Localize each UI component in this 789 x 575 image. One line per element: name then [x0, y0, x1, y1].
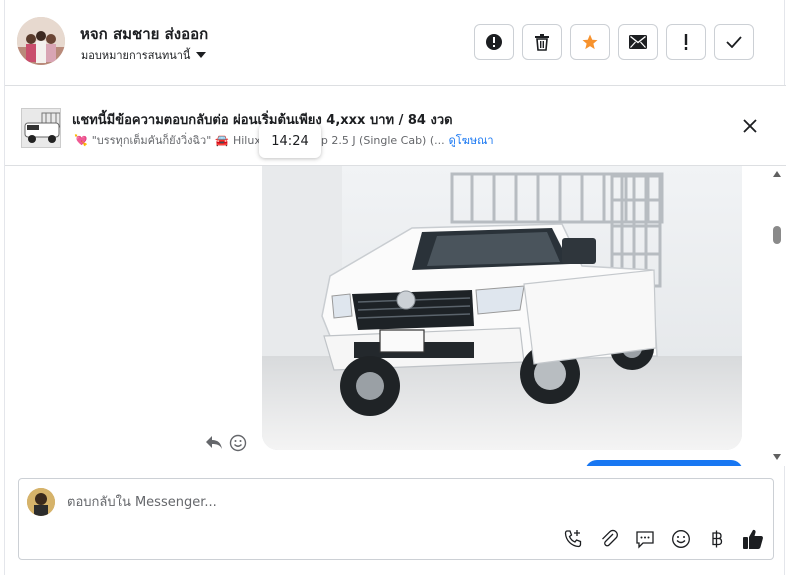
conversation-header: หจก สมชาย ส่งออก มอบหมายการสนทนานี้	[5, 0, 786, 86]
paperclip-icon	[602, 529, 618, 547]
follow-up-button[interactable]	[666, 24, 706, 60]
message-photo[interactable]	[262, 166, 742, 450]
baht-icon	[712, 530, 723, 548]
quick-reply-icon	[636, 531, 654, 549]
message-scrollbar[interactable]	[770, 166, 784, 466]
phone-plus-icon	[564, 530, 582, 548]
close-icon	[743, 119, 757, 133]
composer-toolbar	[561, 527, 765, 551]
delete-button[interactable]	[522, 24, 562, 60]
contact-avatar[interactable]	[17, 17, 65, 65]
assign-label: มอบหมายการสนทนานี้	[81, 49, 191, 62]
conversation-panel: หจก สมชาย ส่งออก มอบหมายการสนทนานี้ แชทน…	[4, 0, 786, 575]
ad-subtitle-text: "บรรทุกเต็มคันก็ยังวิ่งฉิว"	[91, 134, 212, 147]
ad-thumbnail[interactable]	[21, 108, 61, 148]
page-avatar	[27, 488, 55, 516]
envelope-icon	[629, 35, 647, 49]
like-button[interactable]	[741, 527, 765, 551]
attach-button[interactable]	[597, 527, 621, 551]
ad-subtitle-model: Hilux	[232, 133, 261, 147]
assign-conversation-dropdown[interactable]: มอบหมายการสนทนานี้	[81, 46, 207, 64]
reply-icon[interactable]	[205, 434, 223, 456]
trash-icon	[535, 34, 549, 51]
scroll-thumb[interactable]	[773, 226, 781, 244]
react-emoji-icon[interactable]	[229, 434, 247, 456]
phone-plus-button[interactable]	[561, 527, 585, 551]
mark-unread-button[interactable]	[618, 24, 658, 60]
ad-subtitle-model-rest: p 2.5 J (Single Cab) (...	[320, 133, 445, 147]
car-emoji-icon: 🚘	[215, 133, 229, 147]
close-banner-button[interactable]	[740, 116, 760, 136]
emoji-icon	[672, 530, 690, 548]
ad-context-banner: แชทนี้มีข้อความตอบกลับต่อ ผ่อนเริ่มต้นเพ…	[5, 86, 786, 166]
thumbs-up-icon	[743, 529, 763, 549]
scroll-down-arrow-icon[interactable]	[773, 454, 781, 460]
check-icon	[726, 36, 742, 48]
star-button[interactable]	[570, 24, 610, 60]
scroll-up-arrow-icon[interactable]	[773, 171, 781, 177]
view-ad-link[interactable]: ดูโฆษณา	[449, 131, 494, 149]
star-icon	[582, 34, 598, 50]
quick-reply-button[interactable]	[633, 527, 657, 551]
outgoing-message-bubble[interactable]	[585, 460, 743, 466]
message-list[interactable]	[5, 166, 786, 466]
timestamp-tooltip: 14:24	[259, 124, 321, 158]
contact-name[interactable]: หจก สมชาย ส่งออก	[80, 22, 208, 46]
emoji-button[interactable]	[669, 527, 693, 551]
message-actions	[205, 434, 247, 456]
exclamation-icon	[684, 34, 688, 50]
caret-down-icon	[196, 52, 207, 58]
header-actions	[474, 24, 754, 60]
heart-emoji-icon: 💘	[74, 133, 88, 147]
reply-input[interactable]	[67, 491, 747, 513]
reply-composer	[18, 478, 774, 560]
payment-button[interactable]	[705, 527, 729, 551]
report-spam-button[interactable]	[474, 24, 514, 60]
mark-done-button[interactable]	[714, 24, 754, 60]
alert-circle-icon	[486, 34, 502, 50]
